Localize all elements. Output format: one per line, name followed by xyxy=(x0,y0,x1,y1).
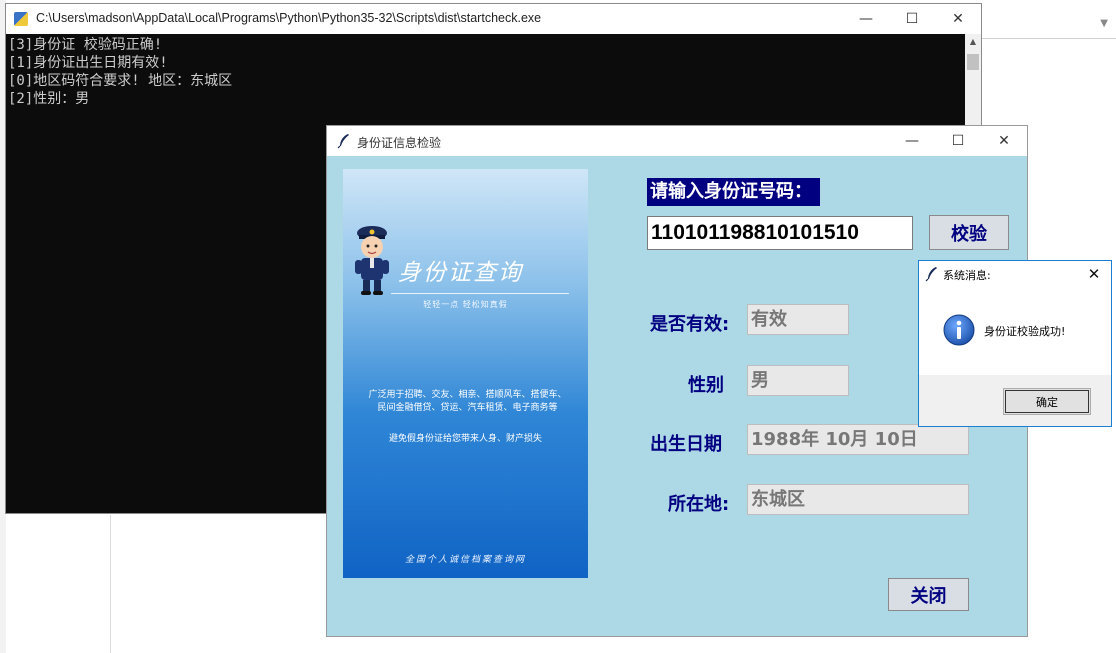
poster-title: 身份证查询 xyxy=(398,260,523,286)
python-console-icon xyxy=(14,12,28,26)
chevron-down-icon: ▼ xyxy=(1100,18,1108,29)
console-line: [3]身份证 校验码正确! xyxy=(8,37,163,53)
valid-label: 是否有效: xyxy=(650,314,730,335)
background-dropdown[interactable]: ▼ xyxy=(982,10,1116,39)
poster-description: 广泛用于招聘、交友、相亲、搭顺风车、搭便车、民间金融借贷、贷运、汽车租赁、电子商… xyxy=(368,390,567,413)
gender-value: 男 xyxy=(747,365,849,396)
birth-date-value: 1988年 10月 10日 xyxy=(747,424,969,455)
id-query-poster: 身份证查询 轻轻一点 轻松知真假 广泛用于招聘、交友、相亲、搭顺风车、搭便车、民… xyxy=(343,169,588,578)
scrollbar-thumb[interactable] xyxy=(967,54,979,70)
feather-icon xyxy=(337,134,349,149)
message-dialog-title: 系统消息: xyxy=(943,269,991,282)
location-label: 所在地: xyxy=(668,494,730,515)
gender-label: 性别 xyxy=(688,375,724,396)
birth-date-label: 出生日期 xyxy=(650,434,722,455)
console-titlebar[interactable]: C:\Users\madson\AppData\Local\Programs\P… xyxy=(6,4,981,34)
id-number-input[interactable] xyxy=(647,216,913,250)
poster-subtitle: 轻轻一点 轻松知真假 xyxy=(423,300,508,309)
close-icon[interactable]: ✕ xyxy=(935,4,981,34)
id-window-title: 身份证信息检验 xyxy=(357,136,442,150)
ok-button[interactable]: 确定 xyxy=(1003,388,1091,415)
id-window-titlebar[interactable]: 身份证信息检验 — ☐ ✕ xyxy=(327,126,1027,156)
console-line: [1]身份证出生日期有效! xyxy=(8,55,168,71)
maximize-icon[interactable]: ☐ xyxy=(935,126,981,156)
message-dialog: 系统消息: ✕ 身份证校验成功! 确定 xyxy=(918,260,1112,427)
close-button[interactable]: 关闭 xyxy=(888,578,969,611)
police-mascot-icon xyxy=(355,226,389,295)
background-divider xyxy=(110,515,111,653)
poster-divider xyxy=(391,293,569,294)
message-dialog-titlebar[interactable]: 系统消息: ✕ xyxy=(919,261,1111,287)
id-number-prompt: 请输入身份证号码： xyxy=(647,178,820,206)
close-icon[interactable]: ✕ xyxy=(981,126,1027,156)
console-line: [0]地区码符合要求! 地区：东城区 xyxy=(8,73,233,89)
console-title: C:\Users\madson\AppData\Local\Programs\P… xyxy=(36,11,542,25)
message-dialog-footer: 确定 xyxy=(919,375,1111,426)
close-icon[interactable]: ✕ xyxy=(1077,261,1111,287)
poster-footer: 全国个人诚信档案查询网 xyxy=(404,555,526,565)
info-icon xyxy=(943,314,975,346)
minimize-icon[interactable]: — xyxy=(889,126,935,156)
valid-value: 有效 xyxy=(747,304,849,335)
console-line: [2]性别：男 xyxy=(8,91,90,107)
location-value: 东城区 xyxy=(747,484,969,515)
message-text: 身份证校验成功! xyxy=(984,325,1066,338)
poster-warning: 避免假身份证给您带来人身、财产损失 xyxy=(388,434,542,444)
feather-icon xyxy=(925,267,937,282)
scroll-up-icon[interactable]: ▲ xyxy=(965,34,981,50)
maximize-icon[interactable]: ☐ xyxy=(889,4,935,34)
check-button[interactable]: 校验 xyxy=(929,215,1009,250)
minimize-icon[interactable]: — xyxy=(843,4,889,34)
